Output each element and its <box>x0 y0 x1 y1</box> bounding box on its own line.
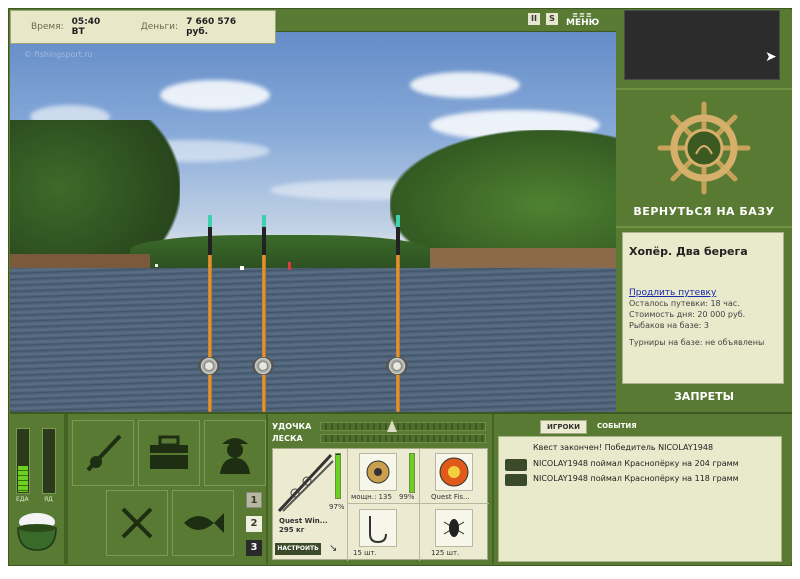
money-value: 7 660 576 руб. <box>186 17 237 37</box>
reel-icon <box>252 357 274 375</box>
back-to-base-button[interactable]: ВЕРНУТЬСЯ НА БАЗУ <box>616 205 792 218</box>
setup-button[interactable]: НАСТРОИТЬ <box>275 543 321 555</box>
event-message: NICOLAY1948 поймал Краснопёрку на 118 гр… <box>533 474 739 483</box>
event-log: Квест закончен! Победитель NICOLAY1948 N… <box>498 436 782 562</box>
fish-icon <box>505 459 527 471</box>
ship-wheel-icon[interactable] <box>656 100 752 196</box>
hooks-count: 15 шт. <box>353 549 377 557</box>
money-label: Деньги: <box>140 22 179 32</box>
cook-button[interactable] <box>106 490 168 556</box>
reel-icon <box>198 357 220 375</box>
right-panel: ➤ ВЕРНУТЬСЯ НА БАЗУ Хопёр. Два берега Пр… <box>616 10 792 412</box>
location-card: Хопёр. Два берега Продлить путевку Остал… <box>622 232 784 384</box>
tackle-shop-button[interactable] <box>72 420 134 486</box>
mini-map: ➤ <box>624 10 780 80</box>
fish-icon <box>184 513 224 533</box>
rod-weight: 295 кг <box>279 526 305 534</box>
events-panel: ИГРОКИ СОБЫТИЯ Квест закончен! Победител… <box>494 414 792 564</box>
character-button[interactable] <box>204 420 266 486</box>
poison-label: ЯД <box>44 496 53 503</box>
fishing-scene[interactable]: © fishingsport.ru <box>10 10 616 412</box>
hook-icon <box>369 516 387 544</box>
fishing-rod-1[interactable] <box>208 215 212 412</box>
bait-count: 125 шт. <box>431 549 460 557</box>
insect-bait-icon <box>443 519 465 537</box>
reel-slot[interactable] <box>359 453 397 491</box>
water <box>10 268 616 412</box>
pause-button[interactable]: II <box>528 13 540 25</box>
watermark: © fishingsport.ru <box>24 50 93 59</box>
menu-button[interactable]: ≡≡≡ МЕНЮ <box>566 11 600 28</box>
line-slider[interactable] <box>320 434 486 443</box>
rod-name: Quest Win... <box>279 517 328 525</box>
line-name: Quest Fis... <box>431 493 470 501</box>
page-button-2[interactable]: 2 <box>246 516 262 532</box>
reel-durability: 99% <box>399 493 415 501</box>
info-line: Стоимость дня: 20 000 руб. <box>629 310 746 319</box>
line-label: ЛЕСКА <box>272 434 303 443</box>
cursor-icon: ➤ <box>765 49 777 65</box>
fishing-rod-3[interactable] <box>396 215 400 412</box>
page-button-1[interactable]: 1 <box>246 492 262 508</box>
hook-slot[interactable] <box>359 509 397 547</box>
float <box>288 262 291 270</box>
poison-meter <box>42 428 56 494</box>
food-label: ЕДА <box>16 496 29 503</box>
info-line: Осталось путевки: 18 час. <box>629 299 740 308</box>
rod-reel-icon <box>86 434 122 472</box>
rod-label: УДОЧКА <box>272 422 312 431</box>
line-slot[interactable] <box>435 453 473 491</box>
fisherman-icon <box>220 438 250 474</box>
rod-durability-bar <box>335 453 341 499</box>
rod-durability: 97% <box>329 503 345 511</box>
bait-slot[interactable] <box>435 509 473 547</box>
rod-slider-knob[interactable] <box>387 420 397 432</box>
food-meter <box>16 428 30 494</box>
info-line: Турниры на базе: не объявлены <box>629 338 765 347</box>
reel-icon <box>366 460 390 484</box>
bans-button[interactable]: ЗАПРЕТЫ <box>616 390 792 403</box>
drag-icon[interactable]: ↘ <box>329 543 337 554</box>
rod-slider[interactable] <box>320 420 486 432</box>
location-title: Хопёр. Два берега <box>629 245 748 258</box>
top-bar: II S <box>276 10 616 32</box>
event-message: Квест закончен! Победитель NICOLAY1948 <box>533 443 714 452</box>
catch-button[interactable] <box>172 490 234 556</box>
reel-durability-bar <box>409 453 415 493</box>
extend-ticket-link[interactable]: Продлить путевку <box>629 288 777 298</box>
tab-events[interactable]: СОБЫТИЯ <box>591 420 643 434</box>
tackle-box-button[interactable] <box>138 420 200 486</box>
reel-icon <box>386 357 408 375</box>
tackle-panel: УДОЧКА ЛЕСКА 97% Quest Win... 295 кг НАС… <box>268 414 494 564</box>
fish-icon <box>505 474 527 486</box>
toolbox-icon <box>150 435 188 469</box>
rod-icon <box>277 453 334 513</box>
meters: ЕДА ЯД <box>10 414 66 564</box>
fishing-rod-2[interactable] <box>262 215 266 412</box>
reel-power: мощн.: 135 <box>351 493 392 501</box>
pot-icon[interactable] <box>12 508 62 554</box>
time-value: 05:40 ВТ <box>71 17 101 37</box>
tab-players[interactable]: ИГРОКИ <box>540 420 587 434</box>
line-spool-icon <box>439 457 469 487</box>
sound-button[interactable]: S <box>546 13 558 25</box>
page-button-3[interactable]: 3 <box>246 540 262 556</box>
status-bar: Время: 05:40 ВТ Деньги: 7 660 576 руб. <box>10 10 276 44</box>
menu-label: МЕНЮ <box>566 18 600 28</box>
knife-fork-icon <box>121 507 153 539</box>
float <box>155 264 158 267</box>
info-line: Рыбаков на базе: 3 <box>629 321 709 330</box>
tackle-box: 97% Quest Win... 295 кг НАСТРОИТЬ ↘ мощн… <box>272 448 489 561</box>
event-message: NICOLAY1948 поймал Краснопёрку на 204 гр… <box>533 459 739 468</box>
float <box>240 266 244 270</box>
bottom-panel: ЕДА ЯД 1 2 3 УДОЧКА ЛЕСКА 97% Quest Win.… <box>10 412 792 564</box>
time-label: Время: <box>31 22 64 32</box>
